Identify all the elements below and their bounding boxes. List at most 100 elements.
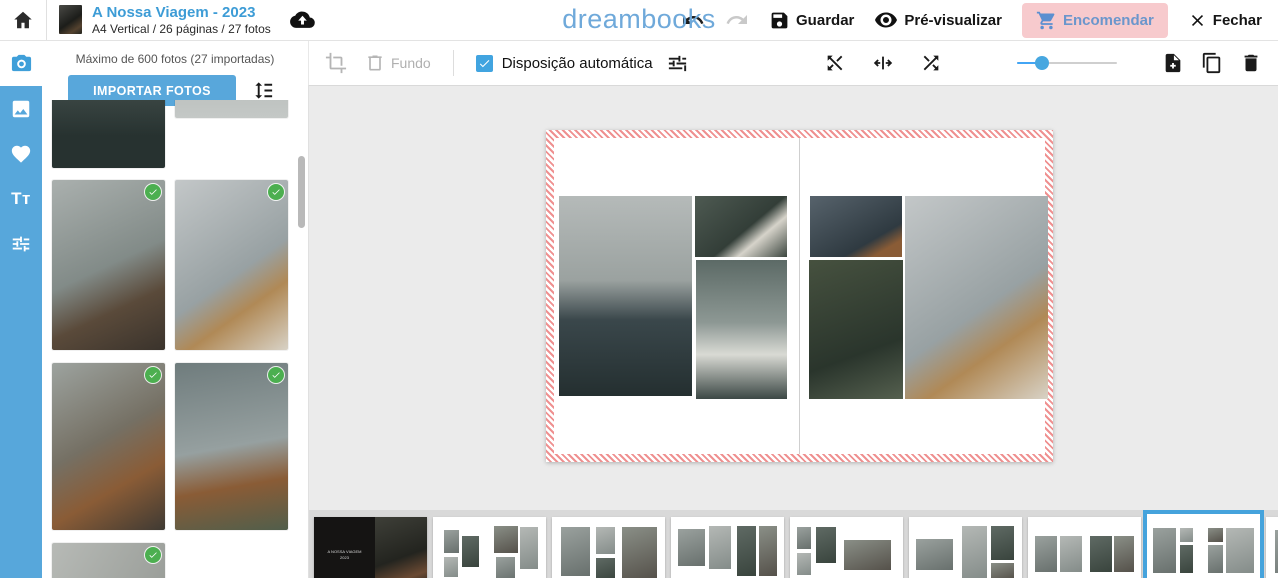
heart-icon (10, 143, 32, 165)
project-title: A Nossa Viagem - 2023 (92, 4, 271, 22)
photo-slot[interactable] (695, 196, 787, 257)
sidebar-item-photos[interactable] (0, 41, 42, 86)
mini-photo-box (494, 526, 518, 553)
panel-photo-thumbnail[interactable] (52, 543, 165, 578)
cover-photo-area (375, 517, 427, 578)
compress-button[interactable] (872, 52, 894, 74)
filmstrip-page-thumbnail[interactable] (790, 517, 903, 578)
panel-photo-thumbnail[interactable] (175, 100, 288, 118)
order-button[interactable]: Encomendar (1022, 3, 1168, 38)
mini-photo-box (1180, 528, 1194, 542)
toolbar-divider (453, 50, 454, 76)
cloud-upload-icon (289, 9, 316, 31)
mini-photo-box (844, 540, 890, 570)
mini-photo-box (1035, 536, 1058, 572)
check-icon (148, 187, 158, 197)
sidebar-item-layouts[interactable] (0, 86, 42, 131)
close-label: Fechar (1213, 12, 1262, 29)
duplicate-icon (1201, 52, 1223, 74)
photo-used-badge (268, 367, 284, 383)
adjustments-icon (10, 233, 32, 255)
shuffle-button[interactable] (920, 52, 942, 74)
photo-grid (42, 100, 308, 578)
save-button[interactable]: Guardar (769, 10, 854, 31)
main-area: Fundo Disposição automática (308, 41, 1278, 578)
panel-photo-thumbnail[interactable] (175, 363, 288, 530)
home-button[interactable] (0, 0, 46, 40)
photo-slot[interactable] (696, 260, 787, 399)
filmstrip-page-thumbnail[interactable] (1147, 514, 1260, 578)
delete-page-button[interactable] (1240, 52, 1262, 74)
mini-photo-box (622, 527, 657, 578)
cloud-sync-status (289, 9, 316, 31)
mini-photo-box (444, 557, 458, 577)
check-icon (478, 57, 491, 70)
filmstrip-page-thumbnail[interactable] (671, 517, 784, 578)
order-label: Encomendar (1063, 12, 1154, 29)
crop-icon (325, 52, 347, 74)
redo-button[interactable] (725, 8, 749, 32)
mini-photo-box (1208, 528, 1223, 542)
filmstrip-page-thumbnail[interactable] (1266, 517, 1278, 578)
photo-slot[interactable] (905, 196, 1048, 399)
crop-button[interactable] (325, 52, 347, 74)
cover-title-text: A NOSSA VIAGEM2023 (314, 549, 375, 561)
home-icon (12, 9, 34, 31)
project-thumbnail (59, 5, 82, 34)
mini-photo-box (1180, 545, 1194, 573)
mini-photo-box (797, 553, 812, 575)
compress-icon (872, 52, 894, 74)
mini-photo-box (1226, 528, 1254, 573)
mini-photo-box (709, 526, 730, 569)
add-page-button[interactable] (1162, 52, 1184, 74)
page-spread[interactable] (546, 130, 1053, 462)
mini-photo-box (991, 563, 1014, 578)
shuffle-left-button[interactable] (824, 52, 846, 74)
sidebar-item-text[interactable]: Tт (0, 176, 42, 221)
panel-photo-thumbnail[interactable] (52, 100, 165, 168)
sidebar-item-favorites[interactable] (0, 131, 42, 176)
filmstrip-page-thumbnail[interactable] (909, 517, 1022, 578)
filmstrip-cover-thumbnail[interactable]: A NOSSA VIAGEM2023 (314, 517, 427, 578)
auto-layout-checkbox[interactable] (476, 55, 493, 72)
mini-photo-box (462, 536, 479, 568)
filmstrip-page-thumbnail[interactable] (1028, 517, 1141, 578)
editor-toolbar: Fundo Disposição automática (308, 41, 1278, 86)
zoom-slider[interactable] (1017, 56, 1117, 70)
panel-photo-thumbnail[interactable] (52, 180, 165, 350)
mini-photo-box (561, 527, 590, 576)
duplicate-page-button[interactable] (1201, 52, 1223, 74)
mini-photo-box (816, 527, 836, 563)
sidebar-item-settings[interactable] (0, 221, 42, 266)
mini-photo-box (1114, 536, 1134, 572)
panel-scrollbar[interactable] (298, 156, 305, 228)
save-icon (769, 10, 790, 31)
panel-photo-thumbnail[interactable] (175, 180, 288, 350)
background-button[interactable]: Fundo (365, 53, 431, 73)
page-split-line (799, 138, 800, 454)
zoom-slider-thumb[interactable] (1035, 56, 1049, 70)
preview-button[interactable]: Pré-visualizar (874, 8, 1002, 32)
project-info: A Nossa Viagem - 2023 A4 Vertical / 26 p… (59, 4, 316, 36)
photo-slot[interactable] (810, 196, 902, 257)
mini-photo-box (797, 527, 812, 549)
cart-icon (1036, 10, 1057, 31)
canvas-area (308, 86, 1278, 510)
mini-photo-box (962, 526, 987, 578)
close-button[interactable]: Fechar (1188, 11, 1262, 30)
text-Tt-icon: Tт (11, 189, 31, 209)
mini-photo-box (520, 527, 538, 569)
photo-used-badge (145, 367, 161, 383)
photo-slot[interactable] (809, 260, 903, 399)
shuffle-icon (920, 52, 942, 74)
panel-photo-thumbnail[interactable] (52, 363, 165, 530)
filmstrip-page-thumbnail[interactable] (433, 517, 546, 578)
photo-slot[interactable] (559, 196, 692, 396)
save-label: Guardar (796, 12, 854, 29)
redo-icon (725, 8, 749, 32)
photos-panel: Máximo de 600 fotos (27 importadas) IMPO… (42, 41, 308, 578)
mini-photo-box (596, 527, 615, 554)
sort-order-button[interactable] (252, 79, 275, 102)
filmstrip-page-thumbnail[interactable] (552, 517, 665, 578)
layout-options-button[interactable] (666, 52, 689, 75)
